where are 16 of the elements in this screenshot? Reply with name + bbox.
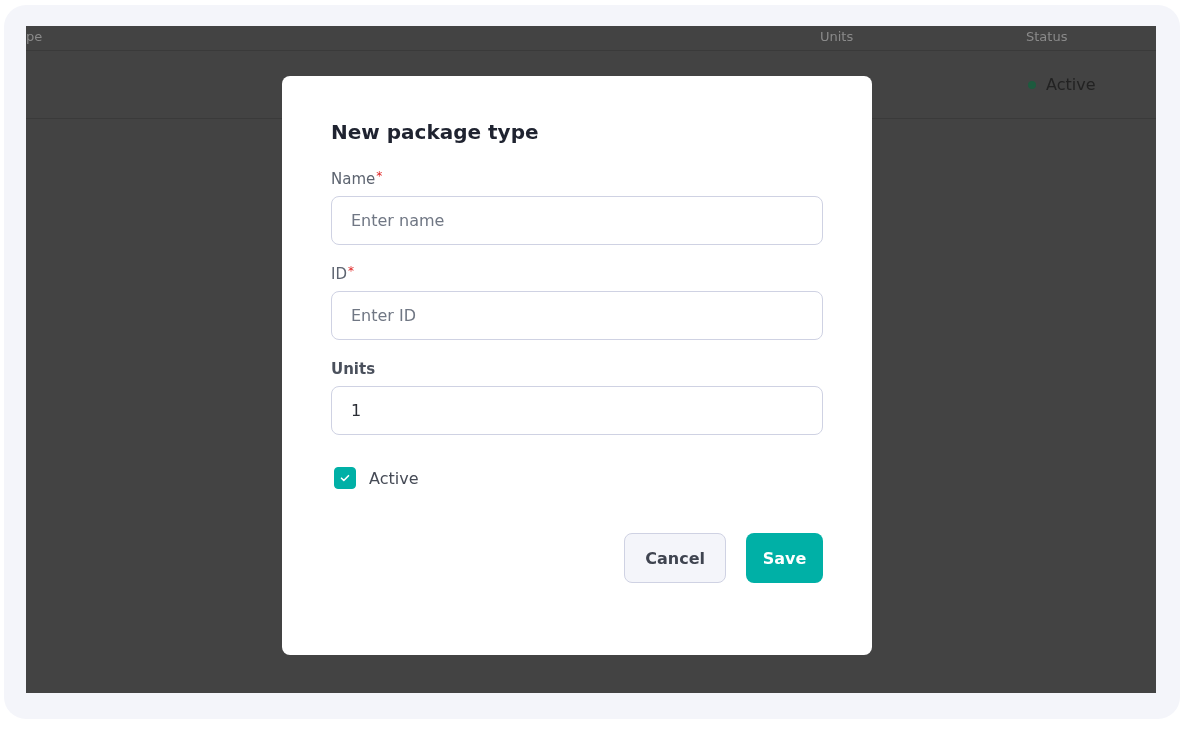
input-field[interactable]: 1 — [331, 386, 823, 435]
column-header: pe — [26, 29, 43, 44]
input-field[interactable]: Enter ID — [331, 291, 823, 340]
column-header: Units — [820, 29, 854, 44]
field-label: ID — [331, 265, 347, 283]
column-header: Status — [1026, 29, 1068, 44]
required-mark: * — [376, 170, 383, 182]
field-label: Name — [331, 170, 376, 188]
dialog-title: New package type — [331, 120, 540, 144]
input-field[interactable]: Enter name — [331, 196, 823, 245]
cancel-button[interactable]: Cancel — [624, 533, 726, 583]
checkbox[interactable] — [334, 467, 356, 489]
required-mark: * — [348, 265, 354, 277]
checkbox-label: Active — [369, 468, 419, 488]
check-icon — [339, 472, 351, 484]
field-label: Units — [331, 360, 376, 378]
